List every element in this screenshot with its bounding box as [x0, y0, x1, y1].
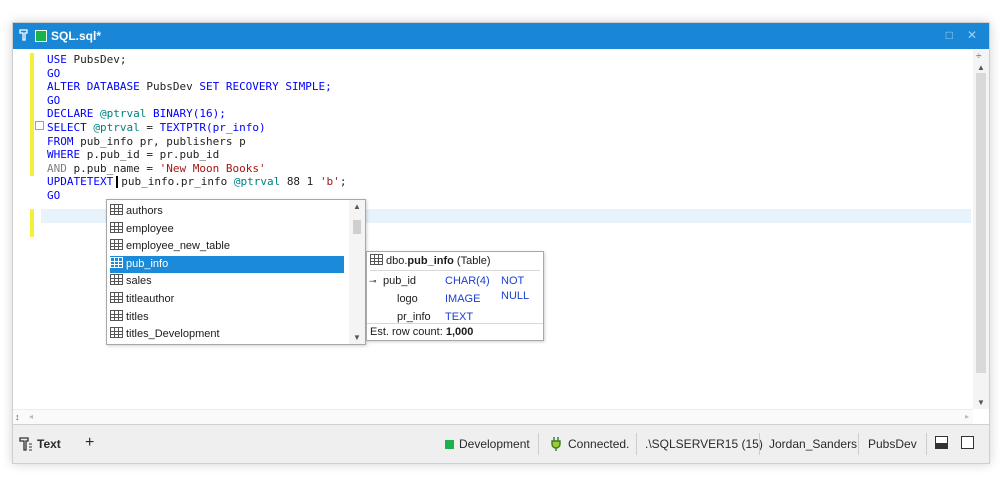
table-icon	[110, 204, 123, 215]
scroll-right-icon[interactable]: ▸	[965, 412, 969, 421]
code-line-7: FROM pub_info pr, publishers p	[47, 134, 246, 148]
autocomplete-item-label: titles_Development	[126, 328, 220, 341]
database-name[interactable]: PubsDev	[868, 437, 917, 451]
table-icon	[110, 221, 123, 233]
table-icon	[110, 309, 123, 321]
table-info-header: dbo.pub_info (Table)	[370, 254, 540, 271]
autocomplete-item[interactable]: authors	[110, 203, 344, 220]
divider	[858, 433, 859, 455]
split-handle-icon[interactable]: ÷	[976, 51, 982, 62]
vertical-scrollbar[interactable]: ÷ ▲ ▼	[973, 49, 989, 409]
autocomplete-scrollbar[interactable]: ▲ ▼	[349, 200, 365, 344]
column-name: logo	[397, 293, 418, 305]
autocomplete-item[interactable]: employee	[110, 221, 344, 238]
column-nullability: NOT NULL	[501, 275, 530, 302]
split-handle-icon[interactable]: ↕	[15, 412, 20, 422]
column-type: IMAGE	[445, 293, 481, 305]
sql-document-icon	[19, 29, 28, 41]
split-vertical-icon[interactable]	[961, 436, 974, 449]
code-line-10: UPDATETEXT pub_info.pr_info @ptrval 88 1 …	[47, 175, 347, 189]
text-view-icon	[19, 437, 32, 451]
scroll-down-icon[interactable]: ▼	[977, 398, 985, 407]
scrollbar-thumb[interactable]	[976, 73, 986, 373]
document-title[interactable]: SQL.sql*	[51, 29, 101, 43]
autocomplete-item-label: titleauthor	[126, 293, 175, 305]
changed-lines-marker	[30, 53, 34, 176]
environment-color-icon	[445, 440, 454, 449]
table-icon	[110, 292, 123, 303]
code-line-9: AND p.pub_name = 'New Moon Books'	[47, 161, 266, 175]
autocomplete-item-label: titles	[126, 310, 149, 323]
code-line-6: SELECT @ptrval = TEXTPTR(pr_info)	[47, 120, 266, 134]
column-type: CHAR(4)	[445, 275, 490, 287]
autocomplete-item[interactable]: titleauthor	[110, 291, 344, 308]
split-horizontal-icon[interactable]	[935, 436, 948, 449]
table-info-tooltip: dbo.pub_info (Table) ⊸ pub_id CHAR(4) NO…	[366, 251, 544, 341]
scroll-up-icon[interactable]: ▲	[977, 63, 985, 72]
fold-toggle-icon[interactable]	[35, 121, 44, 130]
autocomplete-item-label: employee_new_table	[126, 240, 230, 253]
close-icon[interactable]: ✕	[967, 28, 977, 42]
scrollbar-thumb[interactable]	[353, 220, 361, 234]
environment-color-icon	[35, 30, 47, 42]
maximize-icon[interactable]: □	[946, 28, 953, 42]
code-line-4: GO	[47, 93, 61, 107]
autocomplete-item-label: employee	[126, 222, 174, 235]
divider	[636, 433, 637, 455]
table-icon	[110, 256, 123, 268]
changed-lines-marker	[30, 209, 34, 237]
row-count: Est. row count: 1,000	[367, 323, 543, 340]
column-name: pub_id	[383, 275, 417, 287]
user-name[interactable]: Jordan_Sanders	[769, 437, 857, 451]
scroll-down-icon[interactable]: ▼	[353, 333, 361, 342]
code-line-1: USE PubsDev;	[47, 53, 127, 66]
add-tab-button[interactable]: +	[85, 434, 94, 452]
code-line-3: ALTER DATABASE PubsDev SET RECOVERY SIMP…	[47, 80, 332, 94]
autocomplete-item[interactable]: employee_new_table	[110, 238, 344, 255]
autocomplete-item-label: pub_info	[126, 257, 169, 270]
table-icon	[110, 327, 123, 339]
sql-editor-window: SQL.sql* □ ✕ USE PubsDev; GO ALTER DATAB…	[12, 22, 990, 464]
server-name[interactable]: .\SQLSERVER15 (15)	[645, 437, 763, 451]
environment-label[interactable]: Development	[459, 437, 530, 451]
connection-status: Connected.	[568, 437, 630, 451]
autocomplete-item[interactable]: titles_Development	[110, 326, 344, 343]
table-icon	[110, 239, 123, 251]
autocomplete-item[interactable]: pub_info	[110, 255, 344, 273]
autocomplete-item-label: sales	[126, 275, 152, 288]
code-line-5: DECLARE @ptrval BINARY(16);	[47, 107, 226, 121]
divider	[926, 433, 927, 455]
autocomplete-list[interactable]: ▲ ▼ authors employee employee_new_tablepub…	[106, 199, 366, 345]
autocomplete-item-label: authors	[126, 205, 163, 217]
scroll-up-icon[interactable]: ▲	[353, 202, 361, 211]
primary-key-icon: ⊸	[369, 276, 377, 286]
table-icon	[110, 274, 123, 286]
code-line-2: GO	[47, 66, 61, 80]
tab-text[interactable]: Text	[37, 437, 61, 451]
divider	[538, 433, 539, 455]
plug-icon	[551, 437, 561, 451]
code-text[interactable]: USE PubsDev; GO ALTER DATABASE PubsDev S…	[47, 53, 346, 203]
status-bar: Text + Development Connected. .\SQLSERVE…	[13, 424, 989, 463]
table-icon	[370, 254, 383, 265]
autocomplete-item[interactable]: sales	[110, 273, 344, 290]
document-tab-bar[interactable]: SQL.sql* □ ✕	[13, 23, 989, 49]
code-line-8: WHERE p.pub_id = pr.pub_id	[47, 148, 220, 162]
autocomplete-item[interactable]: titles	[110, 309, 344, 326]
divider	[759, 433, 760, 455]
text-caret	[116, 176, 119, 189]
scroll-left-icon[interactable]: ◂	[29, 412, 33, 421]
